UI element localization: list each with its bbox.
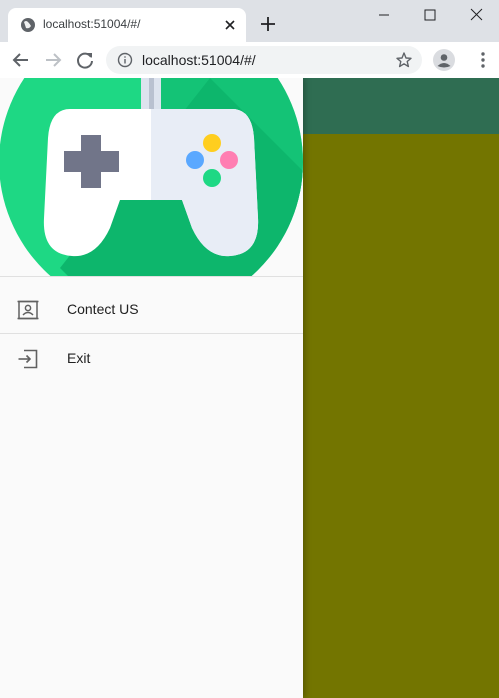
forward-arrow-icon[interactable]	[42, 49, 64, 71]
page-viewport: el	[0, 78, 499, 698]
drawer-item-contact-us[interactable]: Contect US	[0, 286, 303, 334]
close-tab-icon[interactable]	[222, 17, 238, 33]
more-vert-icon[interactable]	[473, 50, 493, 70]
bookmark-star-icon[interactable]	[395, 51, 413, 69]
profile-avatar-icon[interactable]	[433, 49, 455, 71]
exit-icon	[18, 349, 38, 369]
window-close-icon[interactable]	[453, 0, 499, 30]
reload-icon[interactable]	[74, 49, 96, 71]
address-bar[interactable]: localhost:51004/#/	[106, 46, 422, 74]
drawer-item-exit[interactable]: Exit	[0, 335, 303, 383]
globe-icon	[21, 18, 35, 32]
minimize-icon[interactable]	[361, 0, 407, 30]
drawer-item-label: Exit	[67, 350, 91, 366]
info-icon[interactable]	[117, 52, 133, 68]
back-arrow-icon[interactable]	[10, 49, 32, 71]
drawer-header	[0, 78, 303, 277]
navigation-drawer: Contect US Exit	[0, 78, 303, 698]
maximize-icon[interactable]	[407, 0, 453, 30]
url-text[interactable]: localhost:51004/#/	[142, 52, 256, 68]
gamepad-logo-icon	[0, 78, 303, 276]
browser-tab[interactable]: localhost:51004/#/	[8, 8, 246, 42]
drawer-item-label: Contect US	[67, 301, 139, 317]
browser-tab-strip: localhost:51004/#/	[0, 0, 499, 42]
tab-title: localhost:51004/#/	[43, 17, 141, 31]
drawer-divider	[0, 333, 303, 334]
browser-toolbar: localhost:51004/#/	[0, 42, 499, 78]
new-tab-icon[interactable]	[259, 15, 277, 33]
contact-icon	[17, 300, 39, 320]
